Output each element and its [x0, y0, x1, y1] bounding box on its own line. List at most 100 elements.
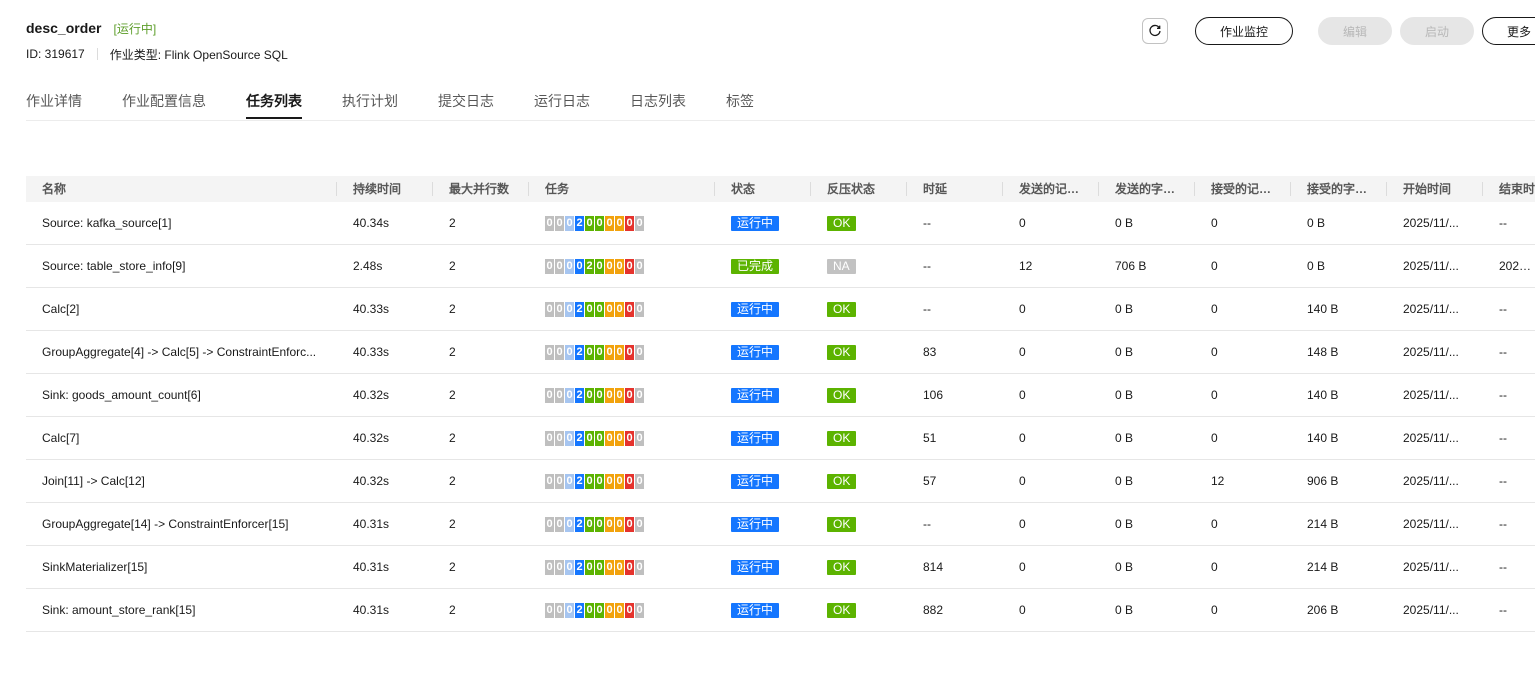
tasks-cell: 0002000000: [529, 602, 715, 618]
meta-divider: [96, 48, 98, 60]
parallelism-cell: 2: [449, 259, 456, 273]
table-row[interactable]: GroupAggregate[14] -> ConstraintEnforcer…: [26, 503, 1535, 546]
column-header-name: 名称: [26, 176, 337, 202]
task-name-cell[interactable]: GroupAggregate[14] -> ConstraintEnforcer…: [26, 517, 337, 531]
task-name-cell[interactable]: Sink: goods_amount_count[6]: [26, 388, 337, 402]
task-count-chip: 2: [575, 602, 584, 618]
sent-records-cell: 0: [1019, 517, 1026, 531]
sent-records-cell: 0: [1019, 431, 1026, 445]
task-count-chip: 0: [615, 387, 624, 403]
task-count-chip: 0: [635, 559, 644, 575]
table-header: 名称 持续时间 最大并行数 任务 状态 反压状态 时延 发送的记… 发送的字… …: [26, 176, 1535, 202]
sent-bytes-cell: 0 B: [1115, 345, 1134, 359]
received-bytes-cell: 214 B: [1307, 517, 1339, 531]
task-count-chip: 0: [555, 387, 564, 403]
table-row[interactable]: Sink: goods_amount_count[6] 40.32s 2 0 0 0 2 0 0…: [26, 374, 1535, 417]
tab-submit-log[interactable]: 提交日志: [438, 82, 494, 119]
tasks-cell: 0002000000: [529, 473, 715, 489]
tab-execution-plan[interactable]: 执行计划: [342, 82, 398, 119]
table-row[interactable]: Source: kafka_source[1] 40.34s 2 0 0 0 2 0 0 0 0 0 0…: [26, 202, 1535, 245]
tasks-cell: 0002000000: [529, 215, 715, 231]
task-name-cell[interactable]: Sink: amount_store_rank[15]: [26, 603, 337, 617]
received-bytes-cell: 140 B: [1307, 388, 1339, 402]
duration-cell: 40.32s: [353, 431, 390, 445]
table-row[interactable]: Source: table_store_info[9] 2.48s 2 0 0 0 0 2 0 0…: [26, 245, 1535, 288]
received-records-cell: 0: [1211, 517, 1218, 531]
table-row[interactable]: Calc[7] 40.32s 2 0 0 0 2 0 0 0 0 0 0 运行中 OK 51 0 0 B 0 140 …: [26, 417, 1535, 460]
status-badge: 运行中: [731, 516, 780, 532]
backpressure-cell: OK: [811, 215, 907, 231]
task-count-chip: 0: [565, 602, 574, 618]
more-button[interactable]: 更多: [1482, 17, 1535, 45]
task-count-chip: 0: [585, 559, 594, 575]
sent-records-cell: 12: [1019, 259, 1033, 273]
task-count-chip: 0: [625, 473, 634, 489]
column-header-delay: 时延: [907, 176, 1003, 202]
edit-button[interactable]: 编辑: [1318, 17, 1392, 45]
start-button[interactable]: 启动: [1400, 17, 1474, 45]
task-status-bar: 0000200000: [545, 258, 715, 274]
parallelism-cell: 2: [449, 517, 456, 531]
end-time-cell: --: [1499, 216, 1507, 230]
task-count-chip: 0: [625, 559, 634, 575]
task-count-chip: 0: [585, 516, 594, 532]
refresh-button[interactable]: [1142, 18, 1168, 44]
task-count-chip: 0: [635, 473, 644, 489]
task-name-cell[interactable]: Source: kafka_source[1]: [26, 216, 337, 230]
status-badge: 运行中: [731, 387, 780, 403]
task-name-cell[interactable]: Calc[7]: [26, 431, 337, 445]
task-count-chip: 0: [565, 387, 574, 403]
tab-task-list[interactable]: 任务列表: [246, 82, 302, 119]
tab-bar: 作业详情 作业配置信息 任务列表 执行计划 提交日志 运行日志 日志列表 标签: [26, 82, 1535, 121]
task-count-chip: 0: [555, 258, 564, 274]
table-body: Source: kafka_source[1] 40.34s 2 0 0 0 2 0 0 0 0 0 0…: [26, 202, 1535, 632]
task-status-bar: 0002000000: [545, 559, 715, 575]
task-count-chip: 0: [555, 215, 564, 231]
task-name-cell[interactable]: Join[11] -> Calc[12]: [26, 474, 337, 488]
task-count-chip: 0: [595, 516, 604, 532]
task-count-chip: 0: [545, 387, 554, 403]
tasks-cell: 0002000000: [529, 301, 715, 317]
table-row[interactable]: Join[11] -> Calc[12] 40.32s 2 0 0 0 2 0 0 0 0 0 0 运行中…: [26, 460, 1535, 503]
received-records-cell: 0: [1211, 302, 1218, 316]
received-records-cell: 0: [1211, 259, 1218, 273]
tab-tags[interactable]: 标签: [726, 82, 754, 119]
end-time-cell: --: [1499, 603, 1507, 617]
task-name-cell[interactable]: Source: table_store_info[9]: [26, 259, 337, 273]
parallelism-cell: 2: [449, 216, 456, 230]
job-id: ID: 319617: [26, 47, 85, 61]
status-badge: 运行中: [731, 559, 780, 575]
tab-job-config[interactable]: 作业配置信息: [122, 82, 206, 119]
task-name-cell[interactable]: GroupAggregate[4] -> Calc[5] -> Constrai…: [26, 345, 337, 359]
backpressure-badge: OK: [827, 602, 857, 618]
task-count-chip: 0: [605, 602, 614, 618]
received-bytes-cell: 206 B: [1307, 603, 1339, 617]
sent-bytes-cell: 0 B: [1115, 302, 1134, 316]
task-count-chip: 0: [565, 344, 574, 360]
sent-records-cell: 0: [1019, 345, 1026, 359]
task-name-cell[interactable]: SinkMaterializer[15]: [26, 560, 337, 574]
table-row[interactable]: SinkMaterializer[15] 40.31s 2 0 0 0 2 0 0 0 0 0 0 运行中…: [26, 546, 1535, 589]
task-table: 名称 持续时间 最大并行数 任务 状态 反压状态 时延 发送的记… 发送的字… …: [26, 176, 1535, 632]
end-time-cell: --: [1499, 560, 1507, 574]
column-header-sent-bytes: 发送的字…: [1099, 176, 1195, 202]
table-row[interactable]: Calc[2] 40.33s 2 0 0 0 2 0 0 0 0 0 0 运行中 OK -- 0 0 B 0 140 …: [26, 288, 1535, 331]
task-count-chip: 0: [605, 559, 614, 575]
task-count-chip: 0: [555, 473, 564, 489]
duration-cell: 40.33s: [353, 302, 390, 316]
task-count-chip: 0: [555, 559, 564, 575]
task-status-bar: 0002000000: [545, 301, 715, 317]
table-row[interactable]: Sink: amount_store_rank[15] 40.31s 2 0 0 0 2 0 0…: [26, 589, 1535, 632]
tab-log-list[interactable]: 日志列表: [630, 82, 686, 119]
tab-job-details[interactable]: 作业详情: [26, 82, 82, 119]
backpressure-cell: OK: [811, 301, 907, 317]
job-monitor-button[interactable]: 作业监控: [1195, 17, 1293, 45]
task-count-chip: 0: [625, 344, 634, 360]
table-row[interactable]: GroupAggregate[4] -> Calc[5] -> Constrai…: [26, 331, 1535, 374]
tab-run-log[interactable]: 运行日志: [534, 82, 590, 119]
sent-records-cell: 0: [1019, 603, 1026, 617]
tasks-cell: 0002000000: [529, 387, 715, 403]
start-time-cell: 2025/11/...: [1403, 560, 1459, 574]
task-name-cell[interactable]: Calc[2]: [26, 302, 337, 316]
task-count-chip: 0: [565, 301, 574, 317]
